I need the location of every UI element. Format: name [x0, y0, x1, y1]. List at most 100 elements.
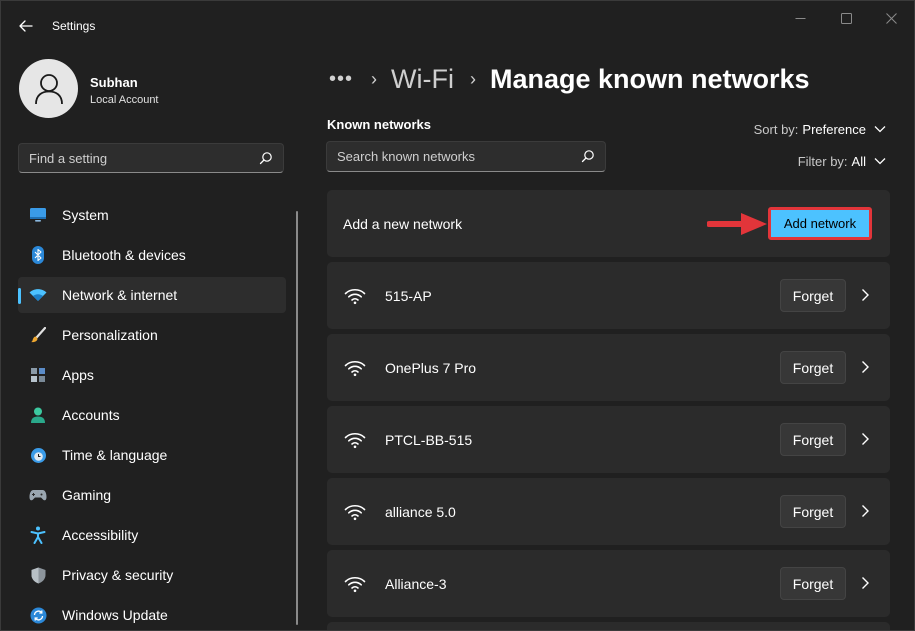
sort-by-label: Sort by:: [753, 121, 799, 137]
sort-by-value: Preference: [802, 121, 866, 137]
network-row[interactable]: alliance 5.0 Forget: [327, 478, 890, 545]
sidebar-item-accessibility[interactable]: Accessibility: [18, 517, 286, 553]
wifi-signal-icon: [344, 576, 366, 593]
bluetooth-icon: [29, 246, 47, 264]
chevron-right-icon: ›: [371, 68, 378, 89]
person-avatar-icon: [34, 73, 63, 104]
sidebar-item-label: Apps: [62, 367, 94, 383]
sidebar-item-label: Accessibility: [62, 527, 139, 543]
chevron-right-icon[interactable]: [858, 288, 872, 302]
sidebar-item-label: Gaming: [62, 487, 112, 503]
known-networks-title: Known networks: [327, 117, 432, 132]
search-icon: [259, 152, 272, 165]
user-profile[interactable]: Subhan Local Account: [19, 59, 289, 119]
forget-button[interactable]: Forget: [780, 567, 846, 600]
sidebar-item-network[interactable]: Network & internet: [18, 277, 286, 313]
sidebar-item-label: Bluetooth & devices: [62, 247, 186, 263]
sidebar-item-apps[interactable]: Apps: [18, 357, 286, 393]
brush-icon: [29, 326, 47, 344]
network-row[interactable]: 515-AP Forget: [327, 262, 890, 329]
sidebar-item-personalization[interactable]: Personalization: [18, 317, 286, 353]
network-name: Alliance-3: [385, 576, 447, 592]
page-title: Manage known networks: [489, 63, 810, 94]
maximize-icon: [840, 12, 852, 24]
network-row[interactable]: Alliance-3 Forget: [327, 550, 890, 617]
sidebar-scrollbar[interactable]: [296, 211, 298, 625]
chevron-right-icon[interactable]: [858, 576, 872, 590]
sidebar-nav: System Bluetooth & devices Network & int…: [18, 197, 286, 630]
globe-clock-icon: [29, 446, 47, 464]
wifi-signal-icon: [344, 432, 366, 449]
forget-button[interactable]: Forget: [780, 495, 846, 528]
red-arrow-annotation: [707, 213, 767, 235]
back-arrow-icon: [19, 20, 33, 32]
sidebar-item-time-language[interactable]: Time & language: [18, 437, 286, 473]
maximize-button[interactable]: [823, 7, 869, 29]
breadcrumb: ••• › Wi-Fi › Manage known networks: [329, 59, 810, 99]
gamepad-icon: [29, 486, 47, 504]
network-name: 515-AP: [385, 288, 432, 304]
close-icon: [885, 12, 897, 24]
chevron-down-icon: [874, 126, 886, 133]
settings-window: Settings Subhan Local Account System Blu…: [0, 0, 915, 631]
sync-icon: [29, 606, 47, 624]
avatar: [19, 59, 78, 118]
known-networks-search[interactable]: [326, 141, 606, 172]
back-button[interactable]: [13, 13, 39, 39]
apps-icon: [29, 366, 47, 384]
sidebar-item-label: Windows Update: [62, 607, 168, 623]
wifi-signal-icon: [344, 360, 366, 377]
account-type: Local Account: [90, 94, 159, 106]
find-setting-search[interactable]: [18, 143, 284, 173]
filter-by-dropdown[interactable]: Filter by: All: [798, 151, 886, 171]
monitor-icon: [29, 206, 47, 224]
add-network-card: Add a new network Add network: [327, 190, 890, 257]
breadcrumb-wifi-link[interactable]: Wi-Fi: [391, 64, 454, 95]
forget-button[interactable]: Forget: [780, 423, 846, 456]
close-button[interactable]: [868, 7, 914, 29]
shield-icon: [29, 566, 47, 584]
filter-by-label: Filter by:: [797, 153, 848, 169]
sidebar-item-label: Privacy & security: [62, 567, 174, 583]
forget-button[interactable]: Forget: [780, 351, 846, 384]
chevron-right-icon[interactable]: [858, 504, 872, 518]
chevron-down-icon: [874, 158, 886, 165]
wifi-signal-icon: [344, 504, 366, 521]
wifi-signal-icon: [344, 288, 366, 305]
network-row[interactable]: PTCL-BB-515 Forget: [327, 406, 890, 473]
chevron-right-icon[interactable]: [858, 360, 872, 374]
sidebar-item-privacy-security[interactable]: Privacy & security: [18, 557, 286, 593]
minimize-icon: [795, 17, 805, 19]
find-setting-input[interactable]: [29, 144, 249, 172]
chevron-right-icon[interactable]: [858, 432, 872, 446]
user-name: Subhan: [90, 75, 138, 90]
breadcrumb-overflow-button[interactable]: •••: [329, 68, 353, 91]
sidebar-item-system[interactable]: System: [18, 197, 286, 233]
minimize-button[interactable]: [777, 7, 823, 29]
app-title: Settings: [52, 19, 96, 33]
network-row-partial[interactable]: [327, 622, 890, 630]
sort-by-dropdown[interactable]: Sort by: Preference: [754, 119, 886, 139]
forget-button[interactable]: Forget: [780, 279, 846, 312]
network-name: OnePlus 7 Pro: [385, 360, 477, 376]
sidebar-item-windows-update[interactable]: Windows Update: [18, 597, 286, 630]
title-bar: Settings: [1, 1, 914, 49]
sidebar-item-label: Personalization: [62, 327, 158, 343]
sidebar-item-accounts[interactable]: Accounts: [18, 397, 286, 433]
sidebar-item-gaming[interactable]: Gaming: [18, 477, 286, 513]
search-known-networks-input[interactable]: [337, 142, 577, 171]
wifi-icon: [29, 286, 47, 304]
network-name: PTCL-BB-515: [385, 432, 473, 448]
sidebar-item-label: Time & language: [62, 447, 168, 463]
search-icon: [581, 150, 594, 163]
filter-by-value: All: [851, 153, 866, 169]
sidebar-item-label: Network & internet: [62, 287, 178, 303]
sidebar-item-label: Accounts: [62, 407, 120, 423]
sidebar-item-bluetooth[interactable]: Bluetooth & devices: [18, 237, 286, 273]
chevron-right-icon: ›: [469, 68, 476, 89]
sidebar-item-label: System: [62, 207, 109, 223]
add-network-label: Add a new network: [343, 216, 463, 232]
add-network-button[interactable]: Add network: [768, 207, 872, 240]
network-row[interactable]: OnePlus 7 Pro Forget: [327, 334, 890, 401]
accessibility-icon: [29, 526, 47, 544]
